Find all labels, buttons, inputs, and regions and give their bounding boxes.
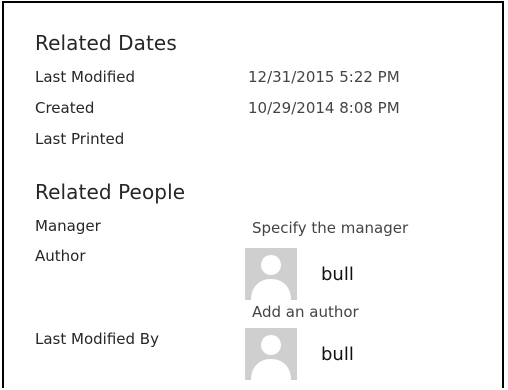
properties-panel: Related Dates Last Modified 12/31/2015 5… bbox=[2, 1, 504, 388]
manager-label: Manager bbox=[35, 217, 101, 235]
author-name: bull bbox=[321, 263, 354, 285]
last-modified-label: Last Modified bbox=[35, 68, 136, 86]
author-label: Author bbox=[35, 247, 86, 265]
author-person[interactable]: bull bbox=[245, 248, 354, 300]
specify-manager-link[interactable]: Specify the manager bbox=[252, 219, 408, 237]
person-silhouette-icon bbox=[245, 328, 297, 380]
person-silhouette-icon bbox=[245, 248, 297, 300]
related-dates-heading: Related Dates bbox=[35, 31, 177, 55]
add-author-link[interactable]: Add an author bbox=[252, 303, 359, 321]
created-label: Created bbox=[35, 99, 95, 117]
last-modified-by-label: Last Modified By bbox=[35, 330, 159, 348]
related-people-heading: Related People bbox=[35, 180, 186, 204]
last-modified-by-person[interactable]: bull bbox=[245, 328, 354, 380]
created-value: 10/29/2014 8:08 PM bbox=[248, 99, 400, 117]
last-modified-by-name: bull bbox=[321, 343, 354, 365]
last-modified-value: 12/31/2015 5:22 PM bbox=[248, 68, 400, 86]
last-printed-label: Last Printed bbox=[35, 130, 125, 148]
